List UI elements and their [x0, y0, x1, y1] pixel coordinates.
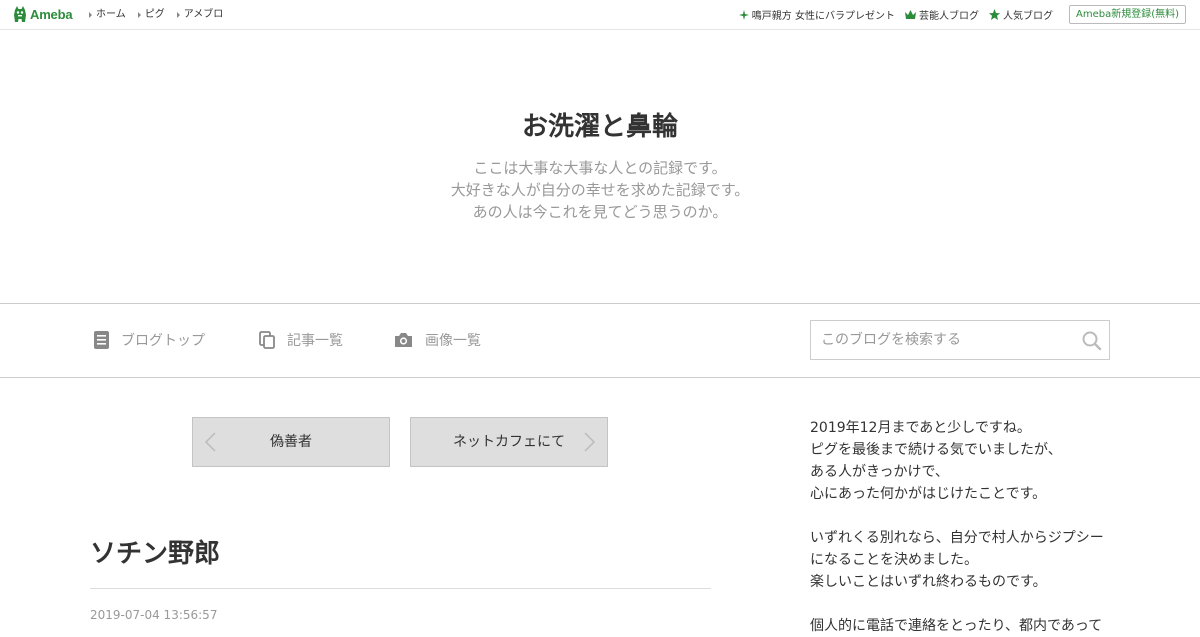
profile-line: ピグを最後まで続ける気でいましたが、 — [810, 442, 1062, 458]
celebrity-blog-link[interactable]: 芸能人ブログ — [904, 7, 979, 22]
global-header: Ameba ホーム ピグ アメブロ 鳴戸親方 女性にバラプレゼント 芸能人ブログ… — [0, 0, 1200, 30]
arrow-right-icon — [176, 12, 180, 18]
entry-date: 2019-07-04 13:56:57 — [90, 608, 218, 622]
prev-entry-button[interactable]: 偽善者 — [192, 417, 390, 467]
ameba-mascot-icon — [14, 6, 26, 22]
profile-line: 楽しいことはいずれ終わるものです。 — [810, 574, 1047, 590]
star-icon — [988, 9, 1000, 20]
profile-line: になることを決めました。 — [810, 552, 978, 568]
blog-description-line: ここは大事な大事な人との記録です。 — [473, 159, 727, 177]
nav-entry-list[interactable]: 記事一覧 — [259, 330, 343, 350]
popular-blog-link[interactable]: 人気ブログ — [988, 7, 1053, 22]
global-nav-pigg[interactable]: ピグ — [137, 9, 165, 21]
blog-description: ここは大事な大事な人との記録です。 大好きな人が自分の幸せを求めた記録です。 あ… — [0, 157, 1200, 223]
register-button[interactable]: Ameba新規登録(無料) — [1068, 5, 1186, 24]
copy-icon — [259, 331, 275, 349]
global-nav: ホーム ピグ アメブロ — [89, 9, 235, 21]
nav-image-list[interactable]: 画像一覧 — [394, 330, 481, 350]
document-icon — [94, 331, 109, 349]
blog-search-input[interactable] — [811, 321, 1081, 359]
profile-line: ある人がきっかけで、 — [810, 464, 949, 480]
profile-line: 心にあった何かがはじけたことです。 — [810, 486, 1047, 502]
profile-text: 2019年12月まであと少しですね。 ピグを最後まで続ける気でいましたが、 ある… — [810, 417, 1110, 637]
profile-line: いずれくる別れなら、自分で村人からジプシー — [810, 530, 1104, 546]
profile-line: 2019年12月まであと少しですね。 — [810, 420, 1031, 436]
search-icon[interactable] — [1081, 330, 1103, 352]
chevron-right-icon — [584, 432, 596, 452]
next-entry-button[interactable]: ネットカフェにて — [410, 417, 608, 467]
prev-entry-label: 偽善者 — [270, 434, 312, 450]
global-nav-ameblo[interactable]: アメブロ — [176, 9, 223, 21]
entry-title[interactable]: ソチン野郎 — [90, 536, 220, 572]
camera-icon — [395, 333, 412, 347]
next-entry-label: ネットカフェにて — [453, 434, 565, 450]
profile-line: 個人的に電話で連絡をとったり、都内であって — [810, 618, 1103, 634]
arrow-right-icon — [89, 12, 92, 18]
blog-search — [810, 320, 1110, 360]
sparkle-icon — [738, 9, 749, 20]
blog-description-line: 大好きな人が自分の幸せを求めた記録です。 — [450, 181, 750, 199]
global-nav-home[interactable]: ホーム — [89, 9, 126, 21]
news-link[interactable]: 鳴戸親方 女性にバラプレゼント — [738, 7, 895, 22]
logo-text: Ameba — [30, 7, 73, 22]
nav-blog-top[interactable]: ブログトップ — [94, 330, 205, 350]
ameba-logo[interactable]: Ameba — [13, 6, 73, 23]
crown-icon — [904, 10, 916, 19]
arrow-right-icon — [137, 12, 141, 18]
blog-title[interactable]: お洗濯と鼻輪 — [0, 110, 1200, 144]
blog-nav: ブログトップ 記事一覧 画像一覧 — [0, 303, 1200, 378]
global-header-links: 鳴戸親方 女性にバラプレゼント 芸能人ブログ 人気ブログ Ameba新規登録(無… — [738, 5, 1186, 24]
blog-description-line: あの人は今これを見てどう思うのか。 — [472, 203, 728, 221]
divider — [90, 588, 711, 589]
